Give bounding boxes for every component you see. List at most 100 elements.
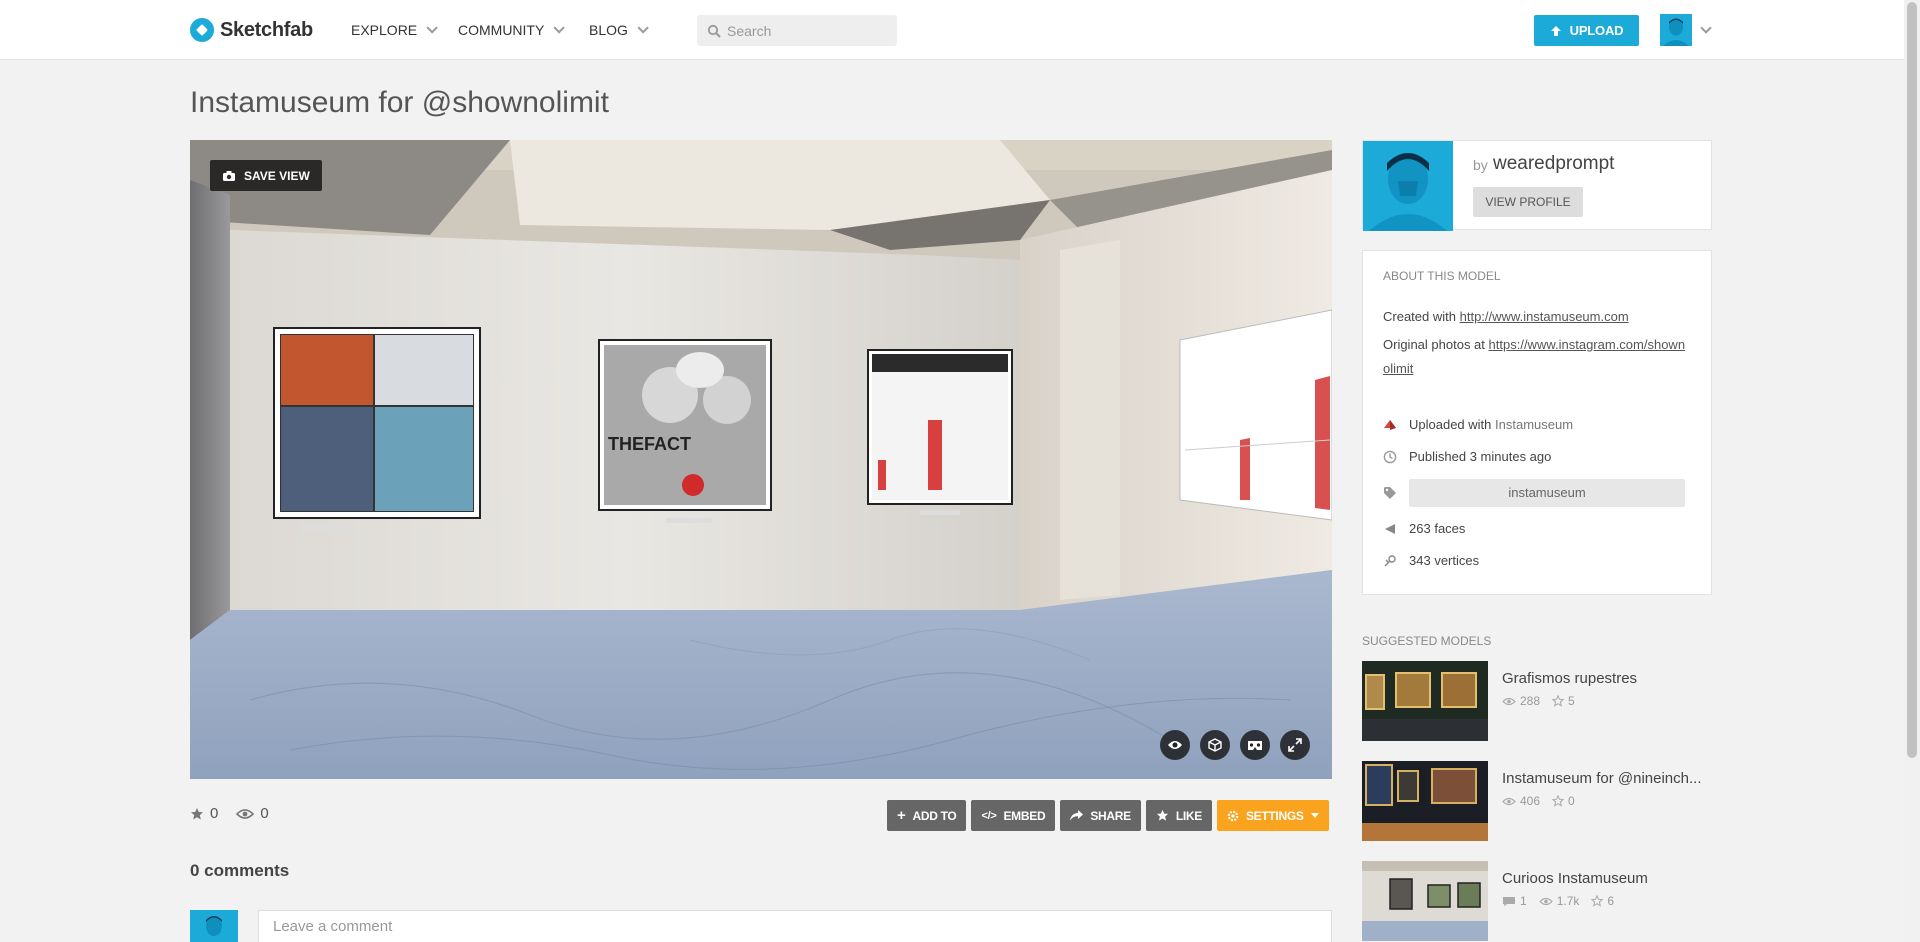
- save-view-button[interactable]: SAVE VIEW: [210, 160, 322, 191]
- vertices-label: vertices: [1434, 553, 1480, 568]
- uploaded-app[interactable]: Instamuseum: [1495, 417, 1573, 432]
- comment-stat: 1: [1502, 894, 1527, 908]
- like-stat: 6: [1591, 894, 1614, 908]
- search-box: [697, 15, 897, 46]
- star-icon: [1591, 895, 1604, 907]
- clock-icon: [1383, 450, 1397, 464]
- sketchfab-logo[interactable]: Sketchfab: [190, 18, 313, 42]
- vertices-row: 343 vertices: [1383, 551, 1691, 571]
- chevron-down-icon: [426, 22, 438, 34]
- user-avatar[interactable]: [1660, 14, 1692, 46]
- gear-icon: [1227, 810, 1239, 821]
- view-stat: 1.7k: [1538, 894, 1580, 908]
- poster-text: THEFACT: [608, 434, 691, 454]
- author-avatar[interactable]: [1363, 141, 1453, 231]
- fullscreen-button[interactable]: [1280, 730, 1310, 760]
- top-navigation-bar: Sketchfab EXPLORE COMMUNITY BLOG UPLOAD: [0, 0, 1904, 60]
- sketchfab-logo-icon: [190, 18, 214, 42]
- view-count: 1.7k: [1556, 894, 1580, 908]
- suggested-model-thumbnail[interactable]: [1362, 861, 1488, 941]
- nav-community-label: COMMUNITY: [458, 22, 545, 38]
- star-icon: [1552, 695, 1565, 707]
- faces-row: 263 faces: [1383, 519, 1691, 539]
- chevron-down-icon[interactable]: [1700, 22, 1712, 34]
- suggested-model-thumbnail[interactable]: [1362, 661, 1488, 741]
- current-user-avatar-image: [190, 910, 238, 942]
- caret-down-icon: [1310, 813, 1319, 818]
- suggested-model-item[interactable]: Instamuseum for @nineinch... 406 0: [1362, 761, 1712, 841]
- vertices-count: 343: [1409, 553, 1431, 568]
- comment-input[interactable]: [258, 910, 1332, 942]
- instamuseum-icon: [1383, 418, 1397, 432]
- model-stats: 0 0: [190, 805, 269, 822]
- add-to-label: ADD TO: [912, 808, 957, 823]
- about-model-card: ABOUT THIS MODEL Created with http://www…: [1362, 250, 1712, 595]
- suggested-model-stats: 406 0: [1502, 794, 1575, 808]
- tags-row: instamuseum: [1383, 479, 1691, 507]
- suggested-model-title[interactable]: Grafismos rupestres: [1502, 670, 1637, 687]
- author-avatar-image: [1363, 141, 1453, 231]
- plus-icon: +: [897, 807, 906, 824]
- about-heading: ABOUT THIS MODEL: [1383, 269, 1501, 283]
- comment-icon: [1503, 896, 1515, 906]
- suggested-model-item[interactable]: Curioos Instamuseum 1 1.7k 6: [1362, 861, 1712, 941]
- faces-count: 263: [1409, 521, 1431, 536]
- uploaded-with-row: Uploaded with Instamuseum: [1383, 415, 1691, 435]
- published-text: Published 3 minutes ago: [1409, 449, 1552, 464]
- current-user-avatar: [190, 910, 238, 942]
- eye-icon: [1168, 741, 1182, 749]
- chevron-down-icon: [637, 22, 649, 34]
- model-actions: + ADD TO </> EMBED SHARE LIKE SETTINGS: [887, 800, 1329, 831]
- view-count: 288: [1520, 694, 1541, 708]
- vr-button[interactable]: [1240, 730, 1270, 760]
- like-stat: 0: [1552, 794, 1575, 808]
- settings-button[interactable]: SETTINGS: [1216, 800, 1329, 831]
- suggested-model-thumbnail[interactable]: [1362, 761, 1488, 841]
- suggested-model-title[interactable]: Curioos Instamuseum: [1502, 870, 1648, 887]
- model-viewer[interactable]: THEFACT SAVE VIEW: [190, 140, 1332, 779]
- add-to-button[interactable]: + ADD TO: [887, 800, 967, 831]
- save-view-label: SAVE VIEW: [244, 168, 310, 183]
- gallery-scene: THEFACT: [190, 140, 1332, 779]
- comments-heading: 0 comments: [190, 861, 290, 880]
- view-stat: 406: [1502, 794, 1540, 808]
- eye-icon: [236, 808, 255, 819]
- suggested-model-item[interactable]: Grafismos rupestres 288 5: [1362, 661, 1712, 741]
- model-info-button[interactable]: [1200, 730, 1230, 760]
- nav-explore[interactable]: EXPLORE: [351, 0, 438, 60]
- original-photos-line: Original photos at https://www.instagram…: [1383, 333, 1691, 381]
- page-title: Instamuseum for @shownolimit: [190, 86, 609, 119]
- search-icon: [707, 24, 721, 38]
- page-scrollbar[interactable]: [1904, 0, 1920, 942]
- embed-button[interactable]: </> EMBED: [971, 800, 1056, 831]
- scrollbar-thumb[interactable]: [1907, 2, 1917, 758]
- search-input[interactable]: [727, 22, 887, 39]
- created-with-line: Created with http://www.instamuseum.com: [1383, 305, 1691, 329]
- view-count-value: 0: [260, 805, 269, 822]
- tag-instamuseum[interactable]: instamuseum: [1409, 479, 1685, 507]
- share-button[interactable]: SHARE: [1060, 800, 1141, 831]
- star-icon: [1552, 795, 1565, 807]
- tag-icon: [1383, 486, 1397, 500]
- upload-arrow-icon: [1550, 25, 1561, 36]
- like-count: 5: [1568, 694, 1575, 708]
- created-link[interactable]: http://www.instamuseum.com: [1460, 309, 1629, 324]
- like-count: 0: [1568, 794, 1575, 808]
- view-count: 0: [236, 805, 269, 822]
- author-name[interactable]: wearedprompt: [1493, 153, 1614, 175]
- like-button[interactable]: LIKE: [1145, 800, 1212, 831]
- view-profile-button[interactable]: VIEW PROFILE: [1473, 187, 1583, 217]
- nav-blog[interactable]: BLOG: [589, 0, 649, 60]
- star-icon: [1156, 809, 1168, 821]
- author-by-label: by: [1473, 157, 1488, 173]
- nav-community[interactable]: COMMUNITY: [458, 0, 566, 60]
- chevron-down-icon: [553, 22, 566, 34]
- suggested-model-title[interactable]: Instamuseum for @nineinch...: [1502, 770, 1701, 787]
- user-avatar-image: [1660, 14, 1692, 46]
- view-stat: 288: [1502, 694, 1540, 708]
- inspector-button[interactable]: [1160, 730, 1190, 760]
- vertex-icon: [1383, 554, 1397, 568]
- suggested-model-stats: 288 5: [1502, 694, 1575, 708]
- created-prefix: Created with: [1383, 309, 1456, 324]
- upload-button[interactable]: UPLOAD: [1534, 15, 1639, 46]
